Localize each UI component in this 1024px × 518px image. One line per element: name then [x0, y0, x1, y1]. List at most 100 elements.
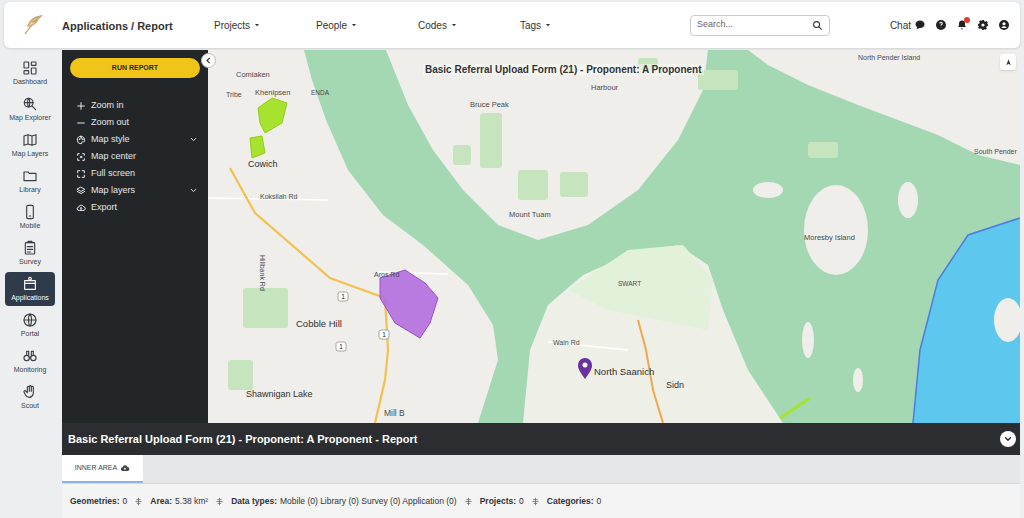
tool-label: Map style: [91, 133, 184, 147]
sidebar-item[interactable]: Applications: [5, 272, 55, 306]
tool-item[interactable]: Zoom in: [62, 97, 208, 114]
map-label: Cobble Hill: [296, 318, 342, 329]
tool-label: Map center: [91, 150, 198, 164]
tool-item[interactable]: Map center: [62, 148, 208, 165]
run-report-label: RUN REPORT: [112, 63, 158, 74]
report-stat: Area:5.38 km²: [150, 495, 208, 508]
map-canvas[interactable]: 111 ComiakenTribeKhenipsenENDACowichKoks…: [208, 50, 1020, 423]
map-label: Tribe: [226, 91, 242, 98]
search-input[interactable]: [697, 18, 812, 32]
caret-down-icon: [544, 21, 552, 29]
map-title-wrap: Basic Referral Upload Form (21) - Propon…: [423, 56, 704, 80]
sidebar-label: Mobile: [20, 222, 41, 230]
stat-label: Data types:: [231, 495, 277, 508]
cloud-icon: [76, 203, 86, 213]
stat-value: 5.38 km²: [175, 495, 208, 508]
settings-button[interactable]: [977, 19, 989, 31]
map-search-icon: [22, 96, 38, 112]
map-label: Comiaken: [236, 70, 270, 79]
layers-icon: [76, 186, 86, 196]
chevron-down-icon: [1003, 434, 1013, 444]
caret-down-icon: [450, 21, 458, 29]
tool-item[interactable]: Full screen: [62, 165, 208, 182]
breadcrumb-wrap: Applications / Report: [48, 13, 214, 37]
map-label: Aros Rd: [374, 271, 399, 278]
sidebar-item[interactable]: Survey: [5, 236, 55, 270]
sidebar-label: Scout: [21, 402, 39, 410]
stat-label: Geometries:: [70, 495, 120, 508]
tool-item[interactable]: Map layers: [62, 182, 208, 199]
caret-down-icon: [350, 21, 358, 29]
tool-label: Zoom in: [91, 99, 198, 113]
tool-item[interactable]: Export: [62, 199, 208, 216]
notifications-button[interactable]: [956, 19, 968, 31]
separator-icon: [531, 497, 540, 506]
sidebar-label: Library: [19, 186, 40, 194]
sidebar-item[interactable]: Dashboard: [5, 56, 55, 90]
application-icon: [22, 276, 38, 292]
map-label: Koksilah Rd: [260, 193, 297, 200]
report-stat: Categories:0: [547, 495, 602, 508]
tool-list: Zoom inZoom out Map style Map center Full s…: [62, 97, 208, 216]
sidebar-item[interactable]: Monitoring: [5, 344, 55, 378]
sidebar-label: Portal: [21, 330, 39, 338]
north-arrow-icon: [1004, 58, 1013, 67]
sidebar-label: Dashboard: [13, 78, 47, 86]
sidebar-item[interactable]: Library: [5, 164, 55, 198]
map-label: Shawnigan Lake: [246, 389, 313, 399]
stat-label: Area:: [150, 495, 172, 508]
sidebar-item[interactable]: Mobile: [5, 200, 55, 234]
sidebar-item[interactable]: Portal: [5, 308, 55, 342]
map-label: Khenipsen: [255, 88, 290, 97]
header-actions: Chat: [890, 18, 1010, 33]
sidebar-label: Map Layers: [12, 150, 49, 158]
tool-label: Export: [91, 201, 198, 215]
tool-label: Full screen: [91, 167, 198, 181]
map-tools-panel: RUN REPORT Zoom inZoom out Map style Map ce…: [62, 50, 208, 423]
report-tab[interactable]: INNER AREA: [62, 455, 143, 483]
sidebar-item[interactable]: Scout: [5, 380, 55, 414]
nav-label: Projects: [214, 18, 250, 33]
account-button[interactable]: [998, 19, 1010, 31]
north-button[interactable]: [1000, 54, 1016, 70]
gear-icon: [977, 19, 989, 31]
report-stat: Projects:0: [480, 495, 524, 508]
phone-icon: [22, 204, 38, 220]
collapse-button[interactable]: [201, 53, 216, 68]
nav-item[interactable]: Codes: [418, 18, 520, 33]
collapse-report-button[interactable]: [1000, 431, 1016, 447]
chat-bubble-icon: [914, 19, 926, 31]
stat-value: 0: [597, 495, 602, 508]
plus-icon: [76, 101, 86, 111]
sidebar-item[interactable]: Map Explorer: [5, 92, 55, 126]
report-stat: Data types:Mobile (0) Library (0) Survey…: [231, 495, 457, 508]
map-label: Sidn: [666, 380, 684, 390]
help-button[interactable]: [935, 19, 947, 31]
search-icon: [812, 20, 823, 31]
clipboard-icon: [22, 240, 38, 256]
map-label: Mount Tuam: [509, 210, 551, 219]
side-nav: Dashboard Map Explorer Map Layers Library Mo…: [0, 50, 60, 518]
nav-label: Codes: [418, 18, 447, 33]
logo-icon[interactable]: [18, 10, 48, 40]
nav-item[interactable]: People: [316, 18, 418, 33]
tool-item[interactable]: Zoom out: [62, 114, 208, 131]
highway-shield: 1: [379, 330, 389, 339]
nav-item[interactable]: Tags: [520, 18, 622, 33]
separator-icon: [215, 497, 224, 506]
search-box[interactable]: [690, 15, 830, 36]
sidebar-item[interactable]: Map Layers: [5, 128, 55, 162]
sidebar-label: Monitoring: [14, 366, 47, 374]
run-report-button[interactable]: RUN REPORT: [70, 58, 200, 78]
binoculars-icon: [22, 348, 38, 364]
tool-item[interactable]: Map style: [62, 131, 208, 148]
shield-number: 1: [341, 293, 345, 300]
stat-label: Categories:: [547, 495, 594, 508]
map-view[interactable]: 111 ComiakenTribeKhenipsenENDACowichKoks…: [208, 50, 1020, 423]
nav-label: People: [316, 18, 347, 33]
sidebar-label: Applications: [11, 294, 49, 302]
chat-button[interactable]: Chat: [890, 18, 926, 33]
nav-item[interactable]: Projects: [214, 18, 316, 33]
map-label: North Pender Island: [858, 54, 920, 61]
map-label: Moresby Island: [804, 233, 855, 242]
